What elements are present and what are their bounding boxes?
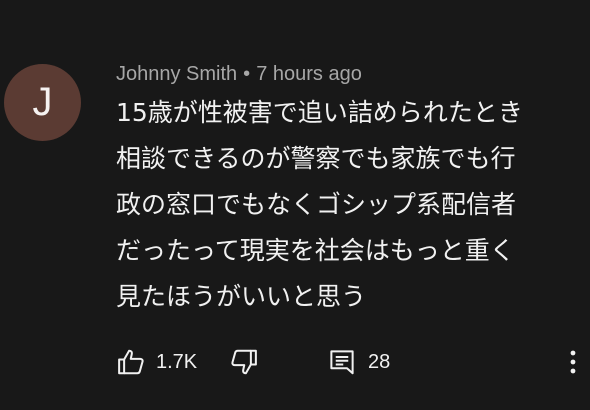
thumbs-down-icon — [231, 349, 257, 375]
comment-text-line: 相談できるのが警察でも家族でも行 — [116, 144, 516, 173]
comment-timestamp[interactable]: 7 hours ago — [256, 63, 362, 85]
reply-count: 28 — [368, 351, 391, 373]
like-button[interactable] — [116, 347, 146, 377]
like-count: 1.7K — [156, 351, 198, 373]
comment-text-line: 政の窓口でもなくゴシップ系配信者 — [116, 190, 517, 219]
author-name[interactable]: Johnny Smith — [116, 63, 237, 85]
header-separator: • — [243, 63, 251, 85]
more-actions-button[interactable] — [561, 347, 585, 377]
comment-text-line: 15歳が性被害で追い詰められたとき — [116, 98, 523, 127]
more-vert-icon — [570, 350, 576, 374]
dislike-button[interactable] — [229, 347, 259, 377]
comment-text-line: だったって現実を社会はもっと重く — [116, 236, 515, 265]
comment-text-line: 見たほうがいいと思う — [116, 282, 367, 311]
author-avatar[interactable]: J — [4, 64, 81, 141]
comment-icon — [330, 350, 354, 375]
comment-action-bar: 1.7K 28 — [116, 343, 586, 379]
comment-text: 15歳が性被害で追い詰められたとき 相談できるのが警察でも家族でも行 政の窓口で… — [116, 90, 576, 320]
avatar-letter: J — [32, 80, 53, 124]
thumbs-up-icon — [118, 349, 144, 375]
comment-header: Johnny Smith • 7 hours ago — [116, 60, 362, 88]
reply-button[interactable] — [327, 347, 357, 377]
